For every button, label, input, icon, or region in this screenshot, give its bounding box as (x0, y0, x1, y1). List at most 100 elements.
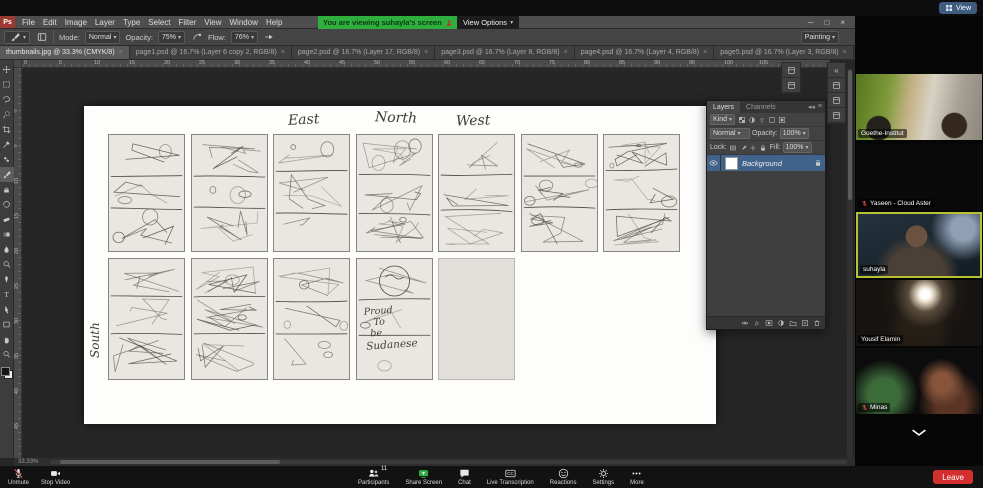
flow-select[interactable]: 76% ▾ (230, 30, 258, 44)
document-tab-6[interactable]: page5.psd @ 16.7% (Layer 3, RGB/8) × (714, 46, 854, 59)
horizontal-scroll-thumb[interactable] (60, 460, 281, 464)
new-adjustment-layer-icon[interactable] (776, 319, 785, 328)
add-layer-mask-icon[interactable] (764, 319, 773, 328)
participants-button[interactable]: 11 Participants (352, 466, 395, 488)
collapse-dock-icon[interactable]: « (828, 63, 845, 78)
eraser-tool[interactable] (0, 212, 14, 227)
menu-window[interactable]: Window (226, 18, 262, 27)
participant-tile-yaseen-cloud-aster[interactable]: Yaseen - Cloud Aster (856, 144, 982, 210)
layer-thumbnail[interactable] (725, 156, 738, 170)
reactions-button[interactable]: Reactions (544, 466, 583, 488)
color-panel-icon[interactable] (828, 78, 845, 93)
chat-button[interactable]: Chat (452, 466, 477, 488)
history-brush-tool[interactable] (0, 197, 14, 212)
smart-object-filter-icon[interactable] (777, 115, 786, 124)
opacity-select[interactable]: 75% ▾ (157, 30, 185, 44)
blend-mode-select[interactable]: Normal ▾ (710, 128, 750, 139)
menu-filter[interactable]: Filter (175, 18, 201, 27)
lock-transparency-icon[interactable] (729, 143, 738, 152)
close-tab-icon[interactable]: × (119, 49, 123, 56)
brush-panel-icon[interactable] (828, 108, 845, 123)
minimize-icon[interactable]: ─ (808, 18, 814, 27)
tab-layers[interactable]: Layers (707, 101, 741, 113)
pixel-layer-filter-icon[interactable] (737, 115, 746, 124)
document-tab-1[interactable]: thumbnails.jpg @ 33.3% (CMYK/8) × (0, 46, 130, 59)
new-group-icon[interactable] (788, 319, 797, 328)
fill-select[interactable]: 100% ▾ (782, 142, 812, 153)
chevron-down-icon[interactable] (908, 426, 930, 438)
collapse-panel-icon[interactable]: ◂◂ (808, 103, 815, 111)
participant-tile-goethe-institut[interactable]: Goethe-Institut (856, 74, 982, 140)
brush-presets-panel-icon[interactable] (782, 63, 800, 78)
adjustment-layer-filter-icon[interactable] (747, 115, 756, 124)
hand-tool[interactable] (0, 332, 14, 347)
tool-presets-panel-icon[interactable] (782, 78, 800, 93)
maximize-icon[interactable]: □ (824, 18, 829, 27)
menu-layer[interactable]: Layer (91, 18, 119, 27)
rect-marquee-tool[interactable] (0, 77, 14, 92)
close-tab-icon[interactable]: × (564, 49, 568, 56)
settings-button[interactable]: Settings (586, 466, 620, 488)
close-tab-icon[interactable]: × (281, 49, 285, 56)
clone-stamp-tool[interactable] (0, 182, 14, 197)
airbrush-icon[interactable] (263, 31, 276, 43)
participant-tile-minas[interactable]: Minas (856, 348, 982, 414)
blur-tool[interactable] (0, 242, 14, 257)
live-transcription-button[interactable]: CC Live Transcription (481, 466, 540, 488)
lock-position-icon[interactable] (749, 143, 758, 152)
shape-layer-filter-icon[interactable] (767, 115, 776, 124)
unmute-button[interactable]: Unmute (2, 466, 35, 488)
zoom-tool[interactable] (0, 347, 14, 362)
document-tab-5[interactable]: page4.psd @ 16.7% (Layer 4, RGB/8) × (574, 46, 715, 59)
type-tool[interactable]: T (0, 287, 14, 302)
move-tool[interactable] (0, 62, 14, 77)
brush-tool[interactable] (0, 167, 14, 182)
close-tab-icon[interactable]: × (703, 49, 707, 56)
menu-help[interactable]: Help (262, 18, 286, 27)
visibility-toggle[interactable] (707, 155, 721, 171)
menu-edit[interactable]: Edit (39, 18, 61, 27)
eyedropper-tool[interactable] (0, 137, 14, 152)
path-select-tool[interactable] (0, 302, 14, 317)
lasso-tool[interactable] (0, 92, 14, 107)
delete-layer-icon[interactable] (812, 319, 821, 328)
type-layer-filter-icon[interactable]: T (757, 115, 766, 124)
layer-opacity-select[interactable]: 100% ▾ (779, 128, 809, 139)
workspace-switcher[interactable]: Painting ▾ (800, 31, 839, 44)
close-icon[interactable]: × (840, 18, 845, 27)
panel-menu-icon[interactable]: ≡ (818, 103, 822, 111)
gradient-tool[interactable] (0, 227, 14, 242)
horizontal-scrollbar[interactable] (50, 460, 847, 464)
link-layers-icon[interactable] (740, 319, 749, 328)
new-layer-icon[interactable] (800, 319, 809, 328)
more-button[interactable]: More (624, 466, 650, 488)
pen-tool[interactable] (0, 272, 14, 287)
document-tab-4[interactable]: page3.psd @ 16.7% (Layer 8, RGB/8) × (435, 46, 575, 59)
toggle-brush-panel-icon[interactable] (35, 31, 48, 43)
color-swatches[interactable] (0, 367, 13, 379)
leave-button[interactable]: Leave (933, 470, 973, 484)
stop-video-button[interactable]: Stop Video (35, 466, 76, 488)
ruler-origin[interactable] (14, 60, 22, 68)
close-tab-icon[interactable]: × (843, 49, 847, 56)
vertical-scroll-thumb[interactable] (848, 70, 852, 200)
spot-heal-tool[interactable] (0, 152, 14, 167)
layer-effects-icon[interactable]: fx (752, 319, 761, 328)
zoom-level[interactable]: 33.33% (18, 459, 38, 465)
menu-image[interactable]: Image (61, 18, 91, 27)
participant-tile-yousif-elamin[interactable]: Yousif Elamin (856, 280, 982, 346)
view-options-dropdown[interactable]: View Options ▾ (457, 16, 520, 29)
participant-tile-suhayla[interactable]: suhayla (856, 212, 982, 278)
lock-image-icon[interactable] (739, 143, 748, 152)
mode-select[interactable]: Normal ▾ (84, 30, 121, 44)
menu-view[interactable]: View (200, 18, 225, 27)
layer-row-background[interactable]: Background (707, 155, 825, 171)
menu-type[interactable]: Type (119, 18, 144, 27)
quick-select-tool[interactable] (0, 107, 14, 122)
vertical-scrollbar[interactable] (847, 68, 853, 458)
document-tab-2[interactable]: page1.psd @ 16.7% (Layer 6 copy 2, RGB/8… (129, 46, 292, 59)
view-button[interactable]: View (938, 2, 977, 14)
close-tab-icon[interactable]: × (424, 49, 428, 56)
dodge-tool[interactable] (0, 257, 14, 272)
share-screen-button[interactable]: Share Screen (399, 466, 448, 488)
